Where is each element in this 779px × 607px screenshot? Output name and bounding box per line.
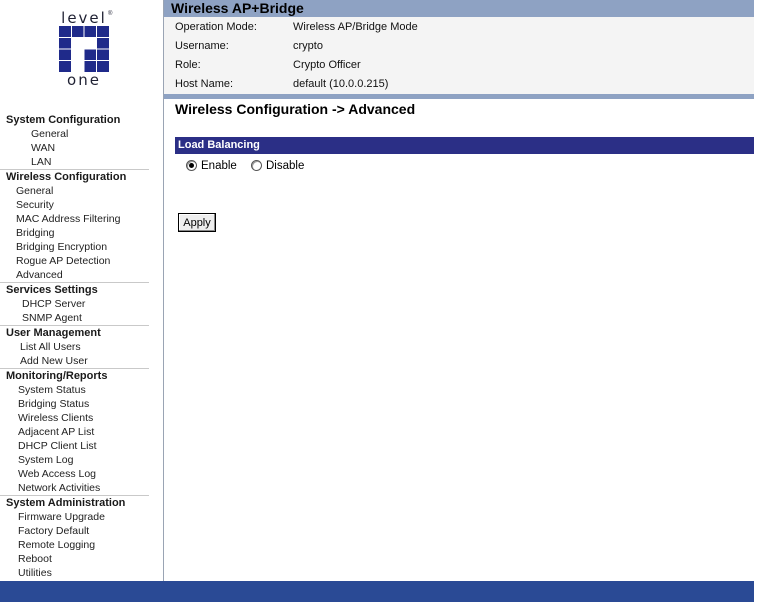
nav-group-wireless-configuration: Wireless Configuration General Security …: [0, 170, 149, 283]
nav-group-services-settings: Services Settings DHCP Server SNMP Agent: [0, 283, 149, 326]
nav-item-web-access-log[interactable]: Web Access Log: [0, 467, 149, 481]
nav-item-bridging-status[interactable]: Bridging Status: [0, 397, 149, 411]
logo-bottom-word: one: [67, 71, 101, 89]
enable-radio-label: Enable: [201, 160, 237, 172]
nav-item-general[interactable]: General: [0, 127, 149, 141]
logo-top-word: level: [61, 9, 107, 27]
nav-group-monitoring-reports: Monitoring/Reports System Status Bridgin…: [0, 369, 149, 496]
header-divider: [164, 94, 754, 99]
page-title: Wireless Configuration -> Advanced: [175, 101, 416, 117]
nav-group-system-administration: System Administration Firmware Upgrade F…: [0, 496, 149, 580]
nav-item-mac-address-filtering[interactable]: MAC Address Filtering: [0, 212, 149, 226]
nav-item-snmp-agent[interactable]: SNMP Agent: [0, 311, 149, 325]
nav-item-add-new-user[interactable]: Add New User: [0, 354, 149, 368]
nav-item-dhcp-client-list[interactable]: DHCP Client List: [0, 439, 149, 453]
logo-trademark: ®: [108, 11, 113, 17]
apply-button[interactable]: Apply: [178, 213, 216, 232]
radio-button-icon[interactable]: [251, 160, 262, 171]
radio-button-icon[interactable]: [186, 160, 197, 171]
nav-group-user-management: User Management List All Users Add New U…: [0, 326, 149, 369]
info-label: Host Name:: [175, 78, 234, 90]
nav-item-firmware-upgrade[interactable]: Firmware Upgrade: [0, 510, 149, 524]
nav-group-system-configuration: System Configuration General WAN LAN: [0, 113, 149, 170]
info-label: Operation Mode:: [175, 21, 257, 33]
nav-item-dhcp-server[interactable]: DHCP Server: [0, 297, 149, 311]
info-value: crypto: [293, 40, 323, 52]
nav-item-list-all-users[interactable]: List All Users: [0, 340, 149, 354]
info-value: Crypto Officer: [293, 59, 361, 71]
nav-item-bridging-encryption[interactable]: Bridging Encryption: [0, 240, 149, 254]
nav-header: System Configuration: [6, 114, 121, 126]
nav-item-security[interactable]: Security: [0, 198, 149, 212]
levelone-logo: level ® one: [58, 11, 114, 89]
nav-item-rogue-ap-detection[interactable]: Rogue AP Detection: [0, 254, 149, 268]
nav-item-wan[interactable]: WAN: [0, 141, 149, 155]
nav-item-lan[interactable]: LAN: [0, 155, 149, 169]
device-info-panel: Operation Mode: Wireless AP/Bridge Mode …: [164, 17, 754, 94]
nav-item-wireless-general[interactable]: General: [0, 184, 149, 198]
nav-item-advanced[interactable]: Advanced: [0, 268, 149, 282]
nav-item-wireless-clients[interactable]: Wireless Clients: [0, 411, 149, 425]
info-label: Role:: [175, 59, 201, 71]
app-title: Wireless AP+Bridge: [171, 0, 304, 16]
nav-item-adjacent-ap-list[interactable]: Adjacent AP List: [0, 425, 149, 439]
nav-item-network-activities[interactable]: Network Activities: [0, 481, 149, 495]
nav-item-system-status[interactable]: System Status: [0, 383, 149, 397]
load-balancing-section-header: Load Balancing: [175, 137, 754, 154]
sidebar-nav: level ® one System Configuration General…: [0, 0, 164, 581]
info-label: Username:: [175, 40, 229, 52]
info-value: default (10.0.0.215): [293, 78, 389, 90]
nav-item-factory-default[interactable]: Factory Default: [0, 524, 149, 538]
nav-header: System Administration: [6, 497, 126, 509]
footer-bar: [0, 581, 754, 602]
nav-item-bridging[interactable]: Bridging: [0, 226, 149, 240]
section-title: Load Balancing: [178, 139, 260, 151]
nav-item-system-log[interactable]: System Log: [0, 453, 149, 467]
nav-header: Wireless Configuration: [6, 171, 127, 183]
nav-header: Monitoring/Reports: [6, 370, 108, 382]
nav-item-reboot[interactable]: Reboot: [0, 552, 149, 566]
nav-header: Services Settings: [6, 284, 98, 296]
info-value: Wireless AP/Bridge Mode: [293, 21, 418, 33]
header-bar: Wireless AP+Bridge: [164, 0, 754, 17]
nav-menu: System Configuration General WAN LAN Wir…: [0, 113, 149, 580]
nav-item-remote-logging[interactable]: Remote Logging: [0, 538, 149, 552]
nav-header: User Management: [6, 327, 101, 339]
nav-item-utilities[interactable]: Utilities: [0, 566, 149, 580]
levelone-logo-icon: [59, 26, 109, 72]
disable-radio-label: Disable: [266, 160, 305, 172]
